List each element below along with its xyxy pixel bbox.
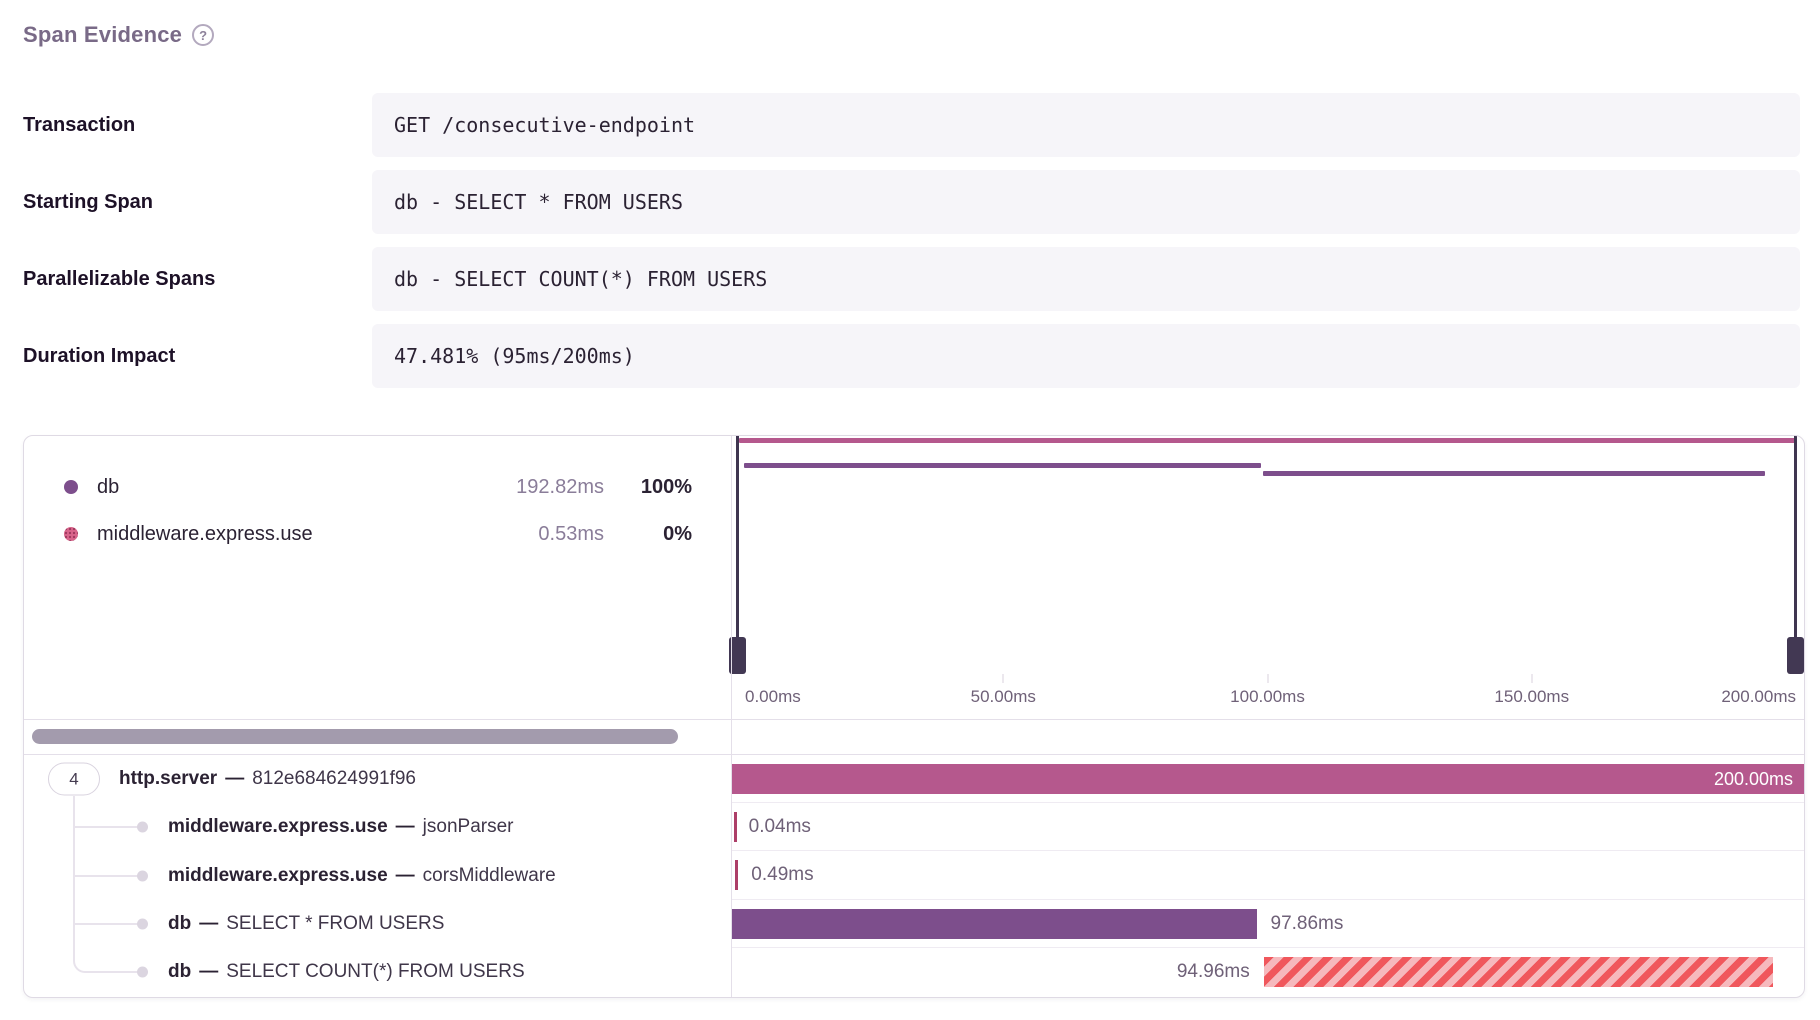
time-axis: 0.00ms 50.00ms 100.00ms 150.00ms 200.00m… [732,674,1804,719]
tree-node-dot-icon [137,918,148,929]
legend-row-middleware[interactable]: middleware.express.use 0.53ms 0% [64,516,692,552]
parallelizable-spans-value: db - SELECT COUNT(*) FROM USERS [372,247,1800,311]
band-divider [24,719,1804,720]
duration-value: 0.49ms [751,860,813,890]
legend-percent: 100% [604,476,692,499]
span-description: SELECT * FROM USERS [226,913,444,935]
middleware-legend-dot-icon [64,527,78,541]
legend-duration: 0.53ms [538,523,604,546]
parallelizable-spans-label: Parallelizable Spans [23,268,372,291]
separator-dash: — [225,768,244,790]
span-row-db-select[interactable]: db — SELECT * FROM USERS 97.86ms [24,900,1804,948]
horizontal-scrollbar-thumb[interactable] [32,729,678,744]
span-description: SELECT COUNT(*) FROM USERS [226,961,524,983]
span-row-db-count[interactable]: db — SELECT COUNT(*) FROM USERS 94.96ms [24,948,1804,996]
minimap-left-bound-line [736,436,739,659]
page-title: Span Evidence [23,22,182,48]
span-description: jsonParser [423,816,514,838]
minimap [732,436,1804,674]
axis-label-50ms: 50.00ms [971,687,1036,707]
evidence-row-parallelizable-spans: Parallelizable Spans db - SELECT COUNT(*… [23,247,1800,311]
span-op: db [168,961,191,983]
duration-bar-jsonparser[interactable] [734,812,737,842]
minimap-track [739,436,1796,674]
tree-node-dot-icon [137,870,148,881]
axis-label-150ms: 150.00ms [1494,687,1569,707]
tree-node-dot-icon [137,822,148,833]
pane-divider [731,436,732,997]
minimap-right-bound-line [1794,436,1797,659]
legend-name: db [97,476,119,499]
axis-tick-mark [1003,674,1004,683]
legend-duration: 192.82ms [516,476,604,499]
legend-name: middleware.express.use [97,523,313,546]
minimap-span-http-server [739,438,1796,443]
duration-bar-db-count-parallelizable[interactable] [1264,957,1773,987]
page-header: Span Evidence ? [23,22,214,48]
span-op: http.server [119,768,217,790]
minimap-right-drag-handle[interactable] [1787,637,1804,674]
axis-label-0ms: 0.00ms [745,687,801,707]
evidence-row-starting-span: Starting Span db - SELECT * FROM USERS [23,170,1800,234]
duration-impact-label: Duration Impact [23,345,372,368]
span-op: db [168,913,191,935]
separator-dash: — [199,913,218,935]
minimap-span-db-select [744,463,1261,468]
span-description: 812e684624991f96 [252,768,416,790]
help-icon[interactable]: ? [192,24,214,46]
duration-impact-value: 47.481% (95ms/200ms) [372,324,1800,388]
span-op: middleware.express.use [168,816,388,838]
duration-bar-http-server[interactable]: 200.00ms [732,764,1804,794]
duration-value: 97.86ms [1271,909,1344,939]
legend-row-db[interactable]: db 192.82ms 100% [64,469,692,505]
separator-dash: — [396,865,415,887]
duration-value: 200.00ms [1714,764,1793,794]
span-tree: 4 http.server — 812e684624991f96 200.00m… [24,755,1804,996]
span-evidence-page: Span Evidence ? Transaction GET /consecu… [0,0,1820,1020]
span-waterfall-panel: db 192.82ms 100% middleware.express.use … [23,435,1805,998]
span-row-corsmiddleware[interactable]: middleware.express.use — corsMiddleware … [24,851,1804,899]
duration-value: 94.96ms [1177,957,1250,987]
separator-dash: — [199,961,218,983]
span-row-jsonparser[interactable]: middleware.express.use — jsonParser 0.04… [24,803,1804,851]
tree-node-dot-icon [137,966,148,977]
duration-value: 0.04ms [749,812,811,842]
starting-span-label: Starting Span [23,191,372,214]
axis-tick-mark [1267,674,1268,683]
span-description: corsMiddleware [423,865,556,887]
span-row-http-server[interactable]: 4 http.server — 812e684624991f96 200.00m… [24,755,1804,803]
evidence-row-duration-impact: Duration Impact 47.481% (95ms/200ms) [23,324,1800,388]
evidence-row-transaction: Transaction GET /consecutive-endpoint [23,93,1800,157]
starting-span-value: db - SELECT * FROM USERS [372,170,1800,234]
transaction-value: GET /consecutive-endpoint [372,93,1800,157]
children-count-pill[interactable]: 4 [48,763,100,796]
axis-label-100ms: 100.00ms [1230,687,1305,707]
legend-percent: 0% [604,523,692,546]
minimap-span-db-count [1263,471,1765,476]
duration-bar-corsmiddleware[interactable] [735,860,738,890]
transaction-label: Transaction [23,114,372,137]
db-legend-dot-icon [64,480,78,494]
span-op: middleware.express.use [168,865,388,887]
axis-tick-mark [1531,674,1532,683]
axis-label-200ms: 200.00ms [1721,687,1796,707]
separator-dash: — [396,816,415,838]
duration-bar-db-select[interactable] [732,909,1257,939]
